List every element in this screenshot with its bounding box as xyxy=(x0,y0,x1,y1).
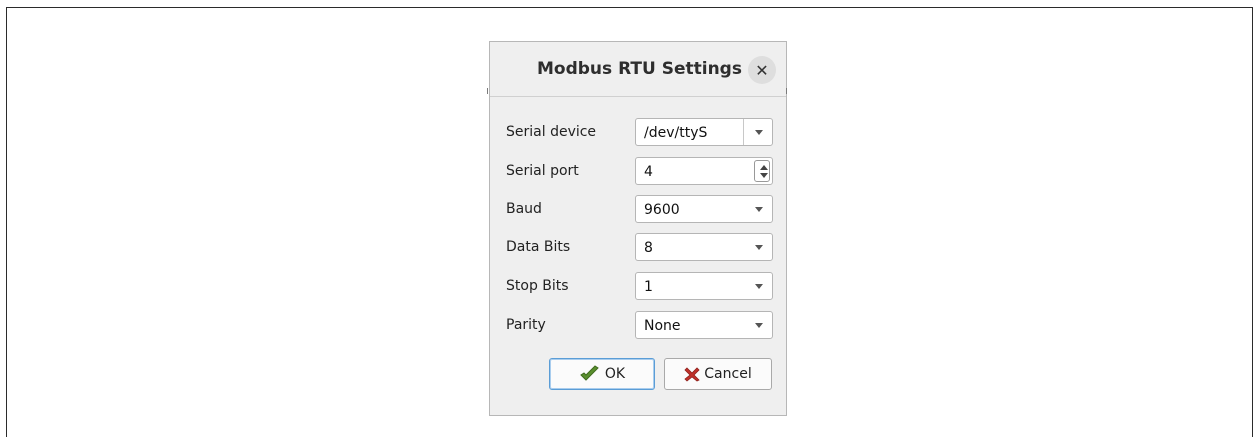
serial-port-value[interactable]: 4 xyxy=(644,164,653,180)
ok-button[interactable]: OK xyxy=(549,358,655,390)
baud-label: Baud xyxy=(506,201,542,217)
cancel-label: Cancel xyxy=(704,366,752,382)
parity-combo[interactable]: None xyxy=(635,311,773,339)
baud-row: Baud 9600 xyxy=(490,195,786,223)
parity-row: Parity None xyxy=(490,311,786,339)
close-button[interactable]: ✕ xyxy=(748,56,776,84)
spin-up-icon[interactable] xyxy=(760,165,768,170)
cancel-button[interactable]: Cancel xyxy=(664,358,772,390)
close-icon: ✕ xyxy=(755,60,769,80)
serial-port-label: Serial port xyxy=(506,163,579,179)
parity-value: None xyxy=(644,318,681,334)
stop-bits-value: 1 xyxy=(644,279,653,295)
chevron-down-icon xyxy=(755,245,763,250)
serial-port-spinbox[interactable]: 4 xyxy=(635,157,773,185)
serial-device-label: Serial device xyxy=(506,124,597,140)
modbus-rtu-settings-dialog: Modbus RTU Settings ✕ Serial device /dev… xyxy=(487,41,787,416)
serial-port-row: Serial port 4 xyxy=(490,157,786,185)
resize-tick-left xyxy=(487,88,488,94)
spin-buttons[interactable] xyxy=(754,160,770,182)
parity-label: Parity xyxy=(506,317,546,333)
baud-combo[interactable]: 9600 xyxy=(635,195,773,223)
serial-device-row: Serial device /dev/ttyS xyxy=(490,118,786,146)
chevron-down-icon xyxy=(755,207,763,212)
dialog-titlebar: Modbus RTU Settings ✕ xyxy=(490,42,786,97)
resize-tick-right xyxy=(786,88,787,94)
stop-bits-row: Stop Bits 1 xyxy=(490,272,786,300)
data-bits-label: Data Bits xyxy=(506,239,571,255)
ok-label: OK xyxy=(604,366,626,382)
cancel-x-icon xyxy=(684,367,700,382)
stop-bits-combo[interactable]: 1 xyxy=(635,272,773,300)
dialog-title: Modbus RTU Settings xyxy=(537,59,742,79)
baud-value: 9600 xyxy=(644,202,680,218)
data-bits-combo[interactable]: 8 xyxy=(635,233,773,261)
ok-check-icon xyxy=(580,365,599,381)
chevron-down-icon[interactable] xyxy=(755,130,763,135)
spin-down-icon[interactable] xyxy=(760,173,768,178)
chevron-down-icon xyxy=(755,284,763,289)
chevron-down-icon xyxy=(755,323,763,328)
stop-bits-label: Stop Bits xyxy=(506,278,569,294)
data-bits-value: 8 xyxy=(644,240,653,256)
data-bits-row: Data Bits 8 xyxy=(490,233,786,261)
serial-device-combo[interactable]: /dev/ttyS xyxy=(635,118,773,146)
combo-separator xyxy=(743,119,744,145)
serial-device-value[interactable]: /dev/ttyS xyxy=(644,125,707,141)
